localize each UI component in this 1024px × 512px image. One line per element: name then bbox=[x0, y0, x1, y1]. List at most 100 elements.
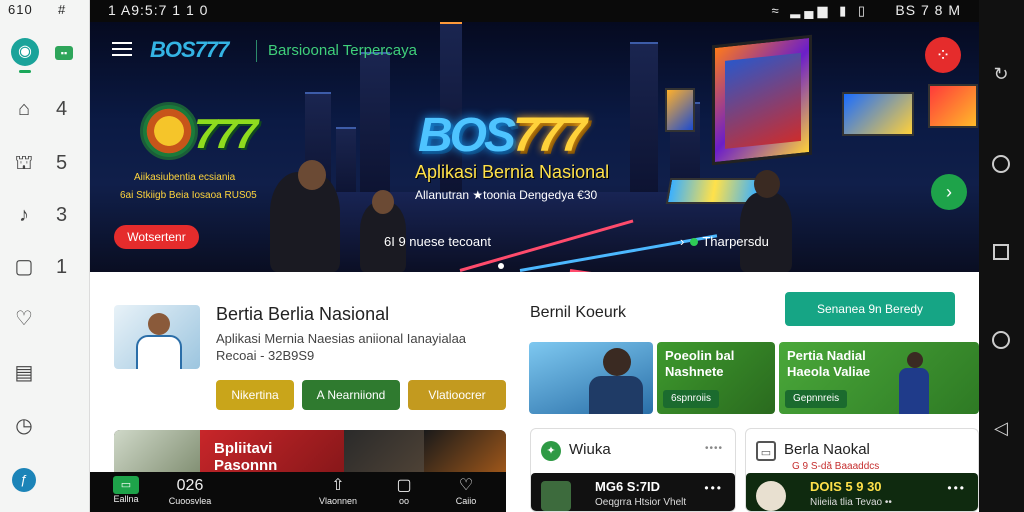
hero-footer-right-label: Tharpersdu bbox=[702, 234, 769, 249]
promo-line: Poeolin bal bbox=[665, 348, 735, 363]
hero-cta-button[interactable]: Wotsertenr bbox=[114, 225, 199, 249]
person-head bbox=[298, 160, 326, 190]
calendar-icon: ▭ bbox=[756, 441, 776, 461]
news-thumbnail bbox=[114, 305, 200, 369]
person-head bbox=[754, 170, 780, 198]
info-card-headline: DOIS 5 9 30 bbox=[810, 479, 882, 494]
billboard-small bbox=[665, 88, 695, 132]
home-button-alt[interactable] bbox=[992, 331, 1010, 349]
rail-item-location[interactable]: ♡ bbox=[0, 304, 90, 334]
building bbox=[630, 42, 658, 202]
nav-item-upload[interactable]: ⇧ Vlaonnen bbox=[308, 472, 368, 512]
news-card[interactable]: Bertia Berlia Nasional Aplikasi Mernia N… bbox=[114, 302, 514, 412]
person-head bbox=[372, 190, 394, 214]
tag-button[interactable]: A Nearniiond bbox=[302, 380, 400, 410]
next-arrow-icon[interactable]: › bbox=[931, 174, 967, 210]
chat-icon[interactable]: ▪▪ bbox=[55, 46, 73, 60]
promo-card[interactable]: Poeolin bal Nashnete 6spnroiis bbox=[657, 342, 775, 414]
recents-button[interactable] bbox=[993, 244, 1009, 260]
person-body bbox=[899, 368, 929, 414]
rotate-icon[interactable]: ↻ bbox=[991, 64, 1011, 84]
upload-icon: ⇧ bbox=[331, 477, 345, 494]
promo-card[interactable]: Pertia Nadial Haeola Valiae Gepnnreis bbox=[779, 342, 979, 414]
location-icon: ♡ bbox=[15, 308, 33, 330]
person-head bbox=[907, 352, 923, 368]
promo-card[interactable] bbox=[529, 342, 653, 414]
carousel-indicator[interactable] bbox=[498, 263, 504, 269]
news-title: Bertia Berlia Nasional bbox=[216, 304, 390, 324]
hamburger-menu-icon[interactable] bbox=[112, 42, 132, 56]
hero-footer-right: › Tharpersdu bbox=[680, 234, 769, 249]
info-card-title: Wiuka bbox=[569, 441, 611, 458]
more-icon[interactable]: •••• bbox=[705, 443, 723, 454]
nav-item-favorite[interactable]: ♡ Caiio bbox=[436, 472, 496, 512]
info-card[interactable]: ▭ Berla Naokal G 9 S-dă Baaaddcs DOIS 5 … bbox=[745, 428, 979, 512]
promo-chip[interactable]: Gepnnreis bbox=[785, 390, 848, 408]
promo-label: Bpliitavi Pasonnn bbox=[214, 440, 277, 474]
more-icon[interactable]: ••• bbox=[947, 481, 966, 495]
rail-item-message[interactable]: ▢ 1 bbox=[0, 252, 90, 282]
news-description: Aplikasi Mernia Naesias aniional Ianayia… bbox=[216, 330, 506, 364]
avatar bbox=[541, 481, 571, 511]
info-card-subtitle: G 9 S-dă Baaaddcs bbox=[792, 461, 880, 472]
rail-item-home[interactable]: ⌂ 4 bbox=[0, 94, 90, 124]
bank-icon: ⛫ bbox=[14, 152, 34, 174]
nav-item-square[interactable]: ▢ oo bbox=[374, 472, 434, 512]
info-card[interactable]: ✦ Wiuka •••• MG6 S:7ID ••• Oeqgrra Htsio… bbox=[530, 428, 736, 512]
hero-banner[interactable]: BOS777 Barsioonal Terpercaya ⁘ 777 Aiika… bbox=[90, 22, 979, 272]
rail-count: 1 bbox=[56, 256, 68, 278]
nav-label: Vlaonnen bbox=[318, 496, 358, 506]
person-body bbox=[589, 376, 643, 414]
rail-item-clock[interactable]: ◷ bbox=[0, 411, 90, 441]
billboard-small bbox=[842, 92, 914, 136]
system-nav-bar: ↻ ◁ bbox=[979, 0, 1024, 512]
primary-action-button[interactable]: Senanea 9n Beredy bbox=[785, 292, 955, 326]
building bbox=[336, 127, 356, 202]
tag-icon: ✦ bbox=[541, 441, 561, 461]
music-icon: ♪ bbox=[19, 204, 29, 226]
rail-count: 4 bbox=[56, 98, 68, 120]
hero-subtitle: Allanutran ★toonia Dengedya €30 bbox=[415, 188, 598, 202]
wallet-icon: ▭ bbox=[113, 476, 139, 494]
coin-logo-icon bbox=[140, 102, 198, 160]
rail-item-document[interactable]: ▤ bbox=[0, 358, 90, 388]
promo-label-line: Bpliitavi bbox=[214, 440, 273, 457]
person-silhouette bbox=[740, 192, 792, 272]
hero-title: Aplikasi Bernia Nasional bbox=[415, 162, 610, 182]
logo-number: 777 bbox=[513, 109, 587, 162]
nav-label: Eallna bbox=[113, 494, 139, 504]
active-indicator bbox=[19, 70, 31, 73]
nav-item-score[interactable]: 026 Cuoosvlea bbox=[160, 472, 220, 512]
building bbox=[360, 52, 390, 202]
tag-button[interactable]: Vlatioocrer bbox=[408, 380, 506, 410]
info-icon[interactable]: ƒ bbox=[12, 468, 36, 492]
app-badge-icon[interactable]: ◉ bbox=[11, 38, 39, 66]
home-button[interactable] bbox=[992, 155, 1010, 173]
more-icon[interactable]: ••• bbox=[704, 481, 723, 495]
left-rail: 610 # ◉ ▪▪ ⌂ 4 ⛫ 5 ♪ 3 ▢ 1 ♡ ▤ ◷ ƒ bbox=[0, 0, 90, 512]
info-card-title: Berla Naokal bbox=[784, 441, 870, 458]
info-card-strip: MG6 S:7ID ••• Oeqgrra Htsior Vhelt bbox=[531, 473, 735, 511]
status-battery: BS 7 8 M bbox=[895, 2, 961, 18]
score-icon: 026 bbox=[176, 477, 204, 494]
rail-count: 5 bbox=[56, 152, 68, 174]
nav-item-wallet[interactable]: ▭ Eallna bbox=[96, 472, 156, 512]
tag-button[interactable]: Nikertina bbox=[216, 380, 294, 410]
section-title: Bernil Koeurk bbox=[530, 304, 627, 321]
person-head bbox=[603, 348, 631, 376]
promo-chip[interactable]: 6spnroiis bbox=[663, 390, 720, 408]
rail-item-music[interactable]: ♪ 3 bbox=[0, 200, 90, 230]
rail-item-bank[interactable]: ⛫ 5 bbox=[0, 148, 90, 178]
brand-logo[interactable]: BOS777 bbox=[150, 37, 229, 63]
grid-menu-icon[interactable]: ⁘ bbox=[925, 37, 961, 73]
back-icon[interactable]: ◁ bbox=[991, 418, 1011, 438]
nav-label: Caiio bbox=[455, 496, 477, 506]
info-card-strip: DOIS 5 9 30 ••• Niieiia tlia Tevao •• bbox=[746, 473, 978, 511]
nav-label: Cuoosvlea bbox=[168, 496, 212, 506]
info-card-caption: Niieiia tlia Tevao •• bbox=[810, 497, 892, 508]
screen: 610 # ◉ ▪▪ ⌂ 4 ⛫ 5 ♪ 3 ▢ 1 ♡ ▤ ◷ ƒ 1 A9:… bbox=[0, 0, 1024, 512]
hero-big-logo: BOS777 bbox=[418, 108, 587, 163]
heart-icon: ♡ bbox=[458, 477, 474, 494]
left-status-hash: # bbox=[58, 2, 66, 17]
brand-divider bbox=[256, 40, 257, 62]
